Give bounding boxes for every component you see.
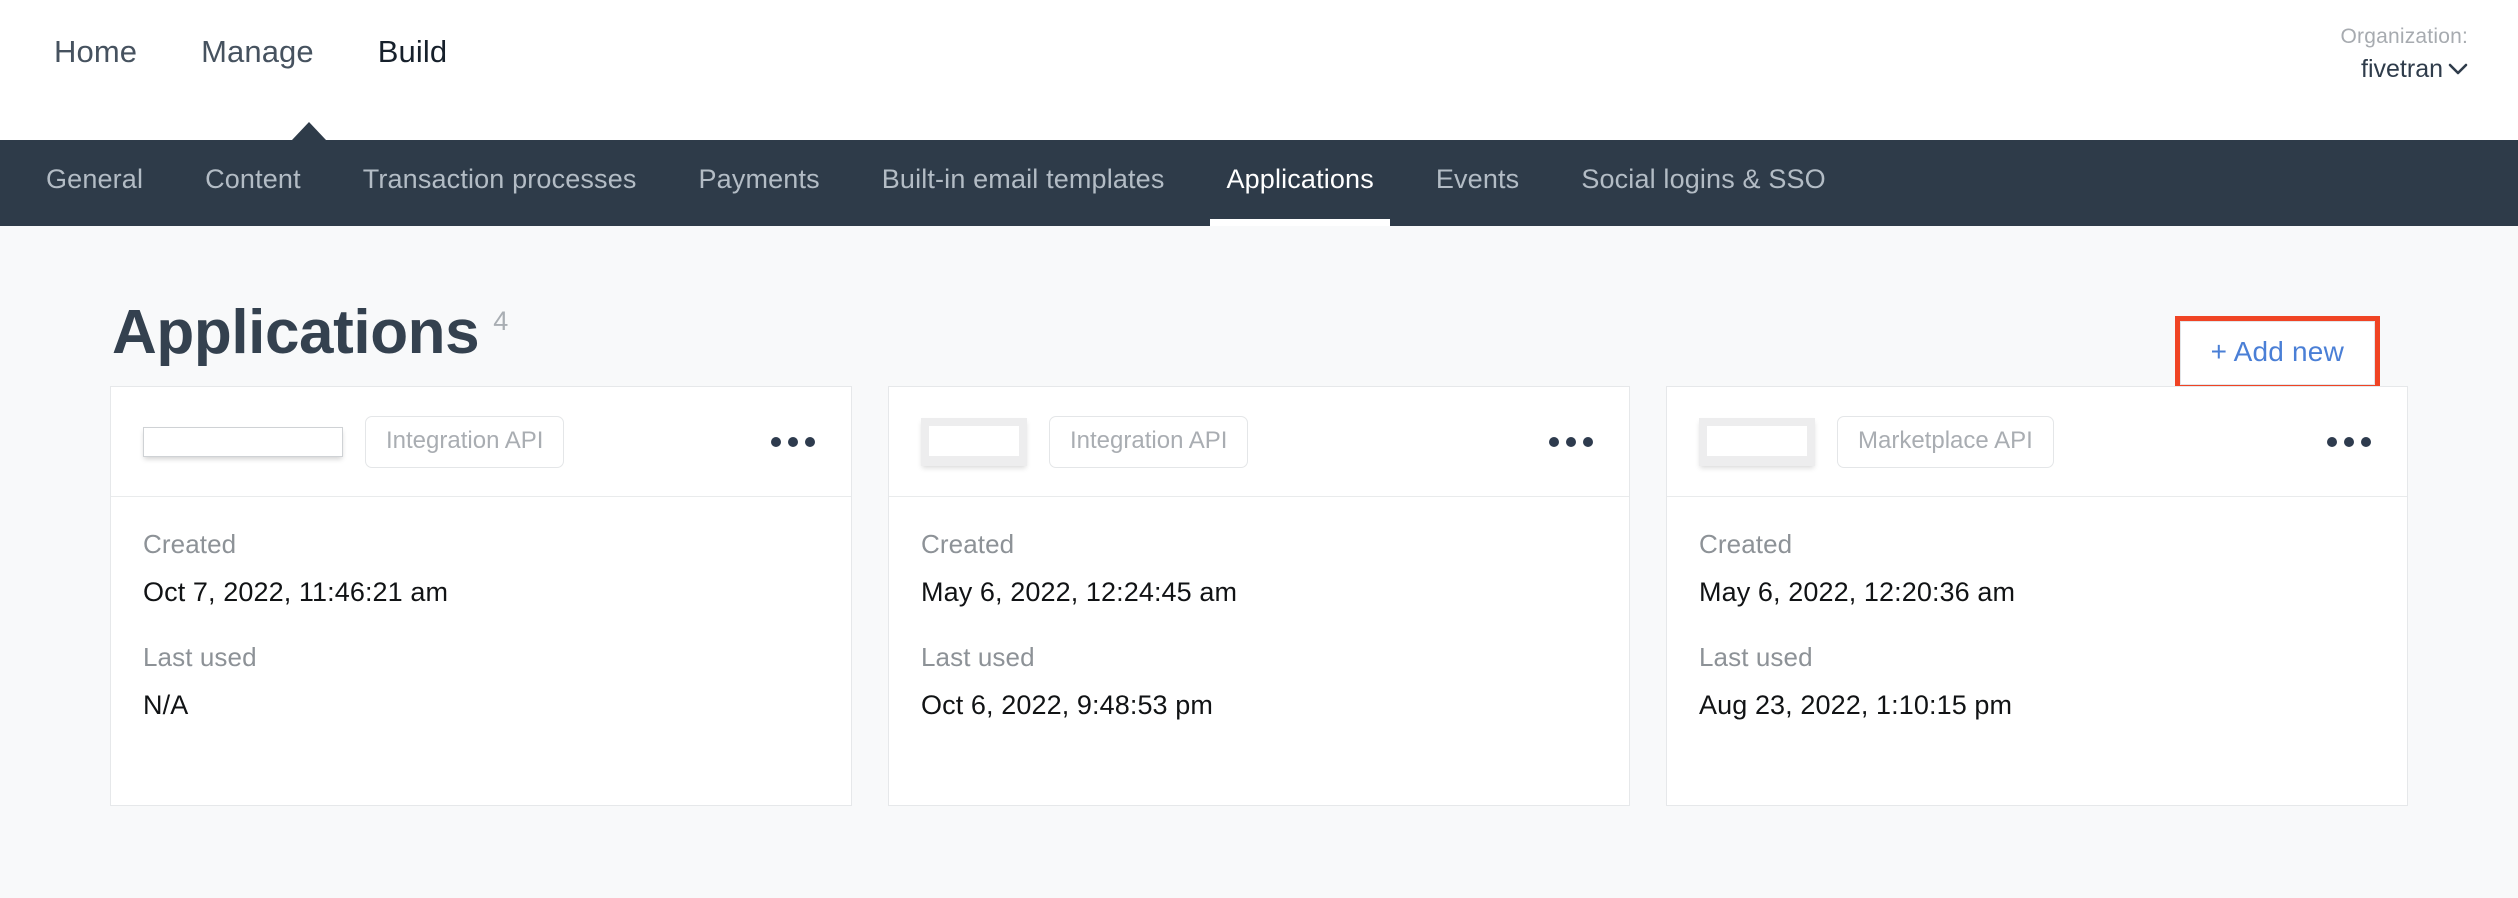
chevron-down-icon bbox=[2448, 58, 2468, 83]
last-used-label: Last used bbox=[921, 642, 1035, 672]
tab-label-social-logins-sso: Social logins & SSO bbox=[1581, 164, 1826, 194]
tab-events[interactable]: Events bbox=[1420, 140, 1535, 226]
application-name-redacted: o bbox=[143, 426, 362, 457]
tab-applications[interactable]: Applications bbox=[1210, 140, 1391, 226]
main-content: Applications 4 + Add new o Integration A… bbox=[0, 226, 2518, 898]
tab-label-payments: Payments bbox=[698, 164, 820, 194]
organization-switcher[interactable]: Organization: fivetran bbox=[2340, 0, 2474, 86]
page-header: Applications 4 + Add new bbox=[52, 226, 2466, 390]
menu-dot bbox=[2344, 436, 2354, 447]
partial-glyph: o bbox=[346, 425, 362, 456]
tab-general[interactable]: General bbox=[30, 140, 159, 226]
last-used-value: Oct 6, 2022, 9:48:53 pm bbox=[921, 690, 1213, 720]
menu-dot bbox=[788, 436, 798, 447]
created-label: Created bbox=[143, 529, 237, 559]
created-label: Created bbox=[1699, 529, 1793, 559]
menu-dot bbox=[2327, 436, 2337, 447]
application-card[interactable]: Marketplace API Created May 6, 2022, 12:… bbox=[1666, 386, 2408, 806]
last-used-value: N/A bbox=[143, 690, 189, 720]
api-type-badge: Integration API bbox=[365, 415, 565, 468]
menu-dot bbox=[1549, 436, 1559, 447]
more-options-icon[interactable] bbox=[2321, 425, 2377, 459]
tab-label-transaction-processes: Transaction processes bbox=[362, 164, 637, 194]
add-new-highlight: + Add new bbox=[2174, 316, 2380, 390]
primary-nav-item-manage[interactable]: Manage bbox=[199, 30, 316, 73]
add-new-button[interactable]: + Add new bbox=[2179, 321, 2375, 385]
menu-dot bbox=[2361, 436, 2371, 447]
tab-label-built-in-email-templates: Built-in email templates bbox=[881, 164, 1165, 194]
organization-name: fivetran bbox=[2361, 55, 2443, 84]
last-used-value: Aug 23, 2022, 1:10:15 pm bbox=[1699, 690, 2013, 720]
menu-dot bbox=[771, 436, 781, 447]
tab-label-applications: Applications bbox=[1226, 164, 1374, 194]
api-type-badge: Marketplace API bbox=[1837, 415, 2054, 468]
menu-dot bbox=[1566, 436, 1576, 447]
primary-nav-label-home: Home bbox=[54, 33, 138, 69]
menu-dot bbox=[805, 436, 815, 447]
tab-built-in-email-templates[interactable]: Built-in email templates bbox=[866, 140, 1181, 226]
menu-dot bbox=[1583, 436, 1593, 447]
application-name-redacted bbox=[921, 417, 1027, 466]
application-count: 4 bbox=[493, 306, 509, 336]
primary-nav-label-manage: Manage bbox=[201, 33, 314, 69]
card-body: Created Oct 7, 2022, 11:46:21 am Last us… bbox=[111, 497, 851, 719]
tab-content[interactable]: Content bbox=[189, 140, 317, 226]
tab-label-events: Events bbox=[1435, 164, 1520, 194]
organization-value[interactable]: fivetran bbox=[2361, 53, 2468, 86]
created-label: Created bbox=[921, 529, 1015, 559]
top-header: Home Manage Build Organization: fivetran bbox=[0, 0, 2518, 140]
secondary-nav: General Content Transaction processes Pa… bbox=[0, 140, 2518, 226]
last-used-label: Last used bbox=[1699, 642, 1813, 672]
tab-transaction-processes[interactable]: Transaction processes bbox=[347, 140, 653, 226]
tab-label-general: General bbox=[46, 164, 144, 194]
active-nav-pointer bbox=[292, 122, 326, 140]
page-title: Applications bbox=[112, 298, 480, 367]
primary-nav-item-build[interactable]: Build bbox=[376, 30, 449, 73]
primary-nav: Home Manage Build bbox=[52, 0, 449, 92]
application-card[interactable]: Integration API Created May 6, 2022, 12:… bbox=[888, 386, 1630, 806]
application-card[interactable]: o Integration API Created Oct 7, 2022, 1… bbox=[110, 386, 852, 806]
card-header: Marketplace API bbox=[1667, 387, 2407, 497]
primary-nav-item-home[interactable]: Home bbox=[52, 30, 139, 73]
created-value: May 6, 2022, 12:20:36 am bbox=[1699, 577, 2016, 607]
tab-social-logins-sso[interactable]: Social logins & SSO bbox=[1565, 140, 1841, 226]
tab-payments[interactable]: Payments bbox=[683, 140, 836, 226]
created-value: Oct 7, 2022, 11:46:21 am bbox=[143, 577, 449, 607]
api-type-badge: Integration API bbox=[1049, 415, 1249, 468]
more-options-icon[interactable] bbox=[1543, 425, 1599, 459]
applications-grid: o Integration API Created Oct 7, 2022, 1… bbox=[52, 386, 2466, 806]
primary-nav-label-build: Build bbox=[377, 33, 448, 69]
organization-label: Organization: bbox=[2340, 25, 2468, 48]
card-header: Integration API bbox=[889, 387, 1629, 497]
last-used-label: Last used bbox=[143, 642, 257, 672]
card-header: o Integration API bbox=[111, 387, 851, 497]
more-options-icon[interactable] bbox=[765, 425, 821, 459]
card-body: Created May 6, 2022, 12:24:45 am Last us… bbox=[889, 497, 1629, 719]
created-value: May 6, 2022, 12:24:45 am bbox=[921, 577, 1238, 607]
application-name-redacted bbox=[1699, 417, 1815, 466]
tab-label-content: Content bbox=[205, 164, 301, 194]
card-body: Created May 6, 2022, 12:20:36 am Last us… bbox=[1667, 497, 2407, 719]
